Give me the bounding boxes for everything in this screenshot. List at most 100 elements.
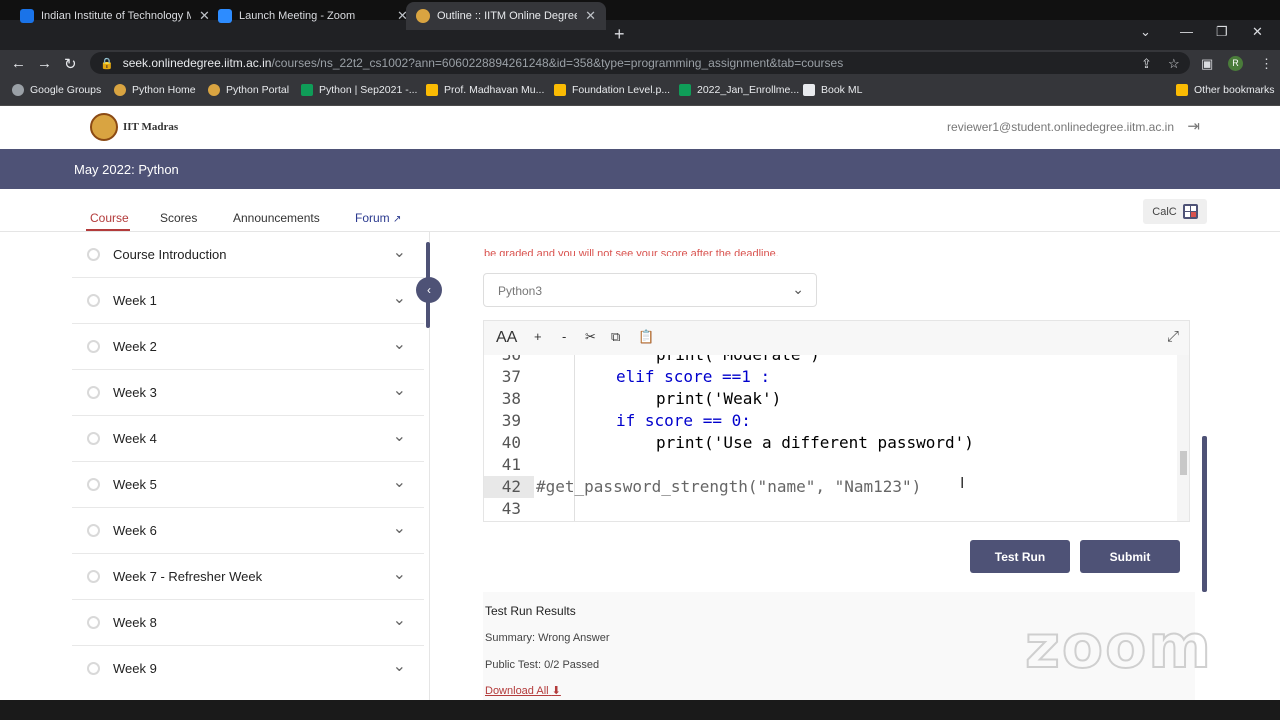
outline-item-week-6[interactable]: Week 6 ⌄ — [72, 508, 424, 554]
tab-course[interactable]: Course — [90, 211, 129, 225]
outline-item-week-7[interactable]: Week 7 - Refresher Week ⌄ — [72, 554, 424, 600]
url-path: /courses/ns_22t2_cs1002?ann=606022889426… — [271, 56, 844, 70]
bookmark-2022-jan-enrollment[interactable]: 2022_Jan_Enrollme... — [679, 84, 799, 96]
editor-scrollbar[interactable] — [1177, 355, 1189, 521]
chevron-down-icon: ⌄ — [392, 290, 406, 307]
profile-avatar[interactable]: R — [1228, 56, 1243, 71]
outline-item-label: Week 7 - Refresher Week — [113, 569, 263, 584]
forward-icon[interactable]: → — [37, 55, 52, 72]
reload-icon[interactable]: ↻ — [64, 55, 77, 73]
submit-button[interactable]: Submit — [1080, 540, 1180, 573]
course-bar: May 2022: Python — [0, 149, 1280, 189]
back-icon[interactable]: ← — [11, 55, 26, 72]
iitm-logo-icon[interactable] — [90, 113, 118, 141]
download-all-link[interactable]: Download All ⬇ — [485, 684, 561, 697]
chevron-down-icon: ⌄ — [792, 281, 804, 297]
chevron-down-icon: ⌄ — [392, 336, 406, 353]
progress-circle-icon — [87, 340, 100, 353]
outline-item-course-introduction[interactable]: Course Introduction ⌄ — [72, 232, 424, 278]
bookmark-python-home[interactable]: Python Home — [114, 84, 196, 96]
progress-circle-icon — [87, 432, 100, 445]
menu-kebab-icon[interactable]: ⋮ — [1260, 56, 1273, 72]
download-label: Download All — [485, 685, 549, 697]
browser-tab-outline[interactable]: Outline :: IITM Online Degree ✕ — [406, 2, 606, 30]
other-bookmarks[interactable]: Other bookmarks — [1176, 84, 1275, 96]
drive-icon — [426, 84, 438, 96]
deadline-warning: be graded and you will not see your scor… — [484, 248, 779, 256]
main-scrollbar[interactable] — [1202, 436, 1207, 592]
outline-item-week-9[interactable]: Week 9 ⌄ — [72, 646, 424, 692]
progress-circle-icon — [87, 524, 100, 537]
iitm-icon — [114, 84, 126, 96]
bookmark-label: Book ML — [821, 84, 863, 96]
outline-item-week-3[interactable]: Week 3 ⌄ — [72, 370, 424, 416]
text-cursor-icon: I — [960, 475, 965, 492]
tab-search-chevron-icon[interactable]: ⌄ — [1140, 24, 1151, 40]
bookmark-python-portal[interactable]: Python Portal — [208, 84, 289, 96]
logout-icon[interactable]: ⇥ — [1187, 117, 1200, 135]
outline-item-week-8[interactable]: Week 8 ⌄ — [72, 600, 424, 646]
active-tab-underline — [86, 229, 130, 231]
new-tab-icon[interactable]: + — [614, 24, 625, 45]
results-public-test: Public Test: 0/2 Passed — [485, 659, 600, 671]
bookmark-python-sep2021[interactable]: Python | Sep2021 -... — [301, 84, 417, 96]
cut-icon[interactable]: ✂ — [585, 329, 596, 345]
line-number-current: 42 — [484, 476, 534, 498]
chevron-down-icon: ⌄ — [392, 474, 406, 491]
browser-tab-zoom[interactable]: Launch Meeting - Zoom ✕ — [208, 2, 418, 30]
outline-item-week-4[interactable]: Week 4 ⌄ — [72, 416, 424, 462]
calculator-button[interactable]: CalC — [1143, 199, 1207, 224]
editor-toolbar: AA + - ✂ ⧉ 📋 ⤢ — [484, 321, 1189, 355]
address-bar[interactable]: 🔒 seek.onlinedegree.iitm.ac.in /courses/… — [90, 52, 1190, 74]
line-number: 43 — [501, 499, 521, 518]
side-panel-icon[interactable]: ▣ — [1201, 56, 1213, 72]
close-tab-icon[interactable]: ✕ — [585, 8, 596, 24]
font-size-icon[interactable]: AA — [496, 329, 517, 347]
progress-circle-icon — [87, 478, 100, 491]
maximize-icon[interactable]: ❐ — [1216, 24, 1228, 40]
code-line: if score == 0: — [616, 411, 751, 430]
bookmark-foundation-level[interactable]: Foundation Level.p... — [554, 84, 670, 96]
outline-item-week-1[interactable]: Week 1 ⌄ — [72, 278, 424, 324]
bookmark-book-ml[interactable]: Book ML — [803, 84, 862, 96]
browser-tab-iitm[interactable]: Indian Institute of Technology M ✕ — [10, 2, 220, 30]
url-host: seek.onlinedegree.iitm.ac.in — [122, 56, 272, 70]
outline-item-week-2[interactable]: Week 2 ⌄ — [72, 324, 424, 370]
language-select[interactable]: Python3 ⌄ — [483, 273, 817, 307]
bookmark-label: Prof. Madhavan Mu... — [444, 84, 545, 96]
outline-item-label: Week 1 — [113, 293, 157, 308]
groups-icon — [12, 84, 24, 96]
bottom-letterbox — [0, 700, 1280, 720]
decrease-font-button[interactable]: - — [562, 329, 566, 344]
minimize-icon[interactable]: — — [1180, 24, 1193, 39]
share-icon[interactable]: ⇪ — [1141, 56, 1152, 72]
zoom-watermark: zoom — [1024, 611, 1213, 683]
test-run-button[interactable]: Test Run — [970, 540, 1070, 573]
paste-icon[interactable]: 📋 — [638, 329, 654, 345]
screen: Indian Institute of Technology M ✕ Launc… — [0, 0, 1280, 720]
expand-editor-icon[interactable]: ⤢ — [1167, 328, 1179, 345]
tab-forum[interactable]: Forum ↗ — [355, 211, 401, 225]
bookmark-prof-madhavan[interactable]: Prof. Madhavan Mu... — [426, 84, 544, 96]
tab-announcements[interactable]: Announcements — [233, 211, 320, 225]
editor-scroll-thumb[interactable] — [1180, 451, 1187, 475]
increase-font-button[interactable]: + — [534, 329, 542, 344]
close-window-icon[interactable]: ✕ — [1252, 24, 1263, 40]
course-title: May 2022: Python — [74, 162, 179, 177]
bookmark-google-groups[interactable]: Google Groups — [12, 84, 101, 96]
collapse-sidebar-chevron-left-icon[interactable]: ‹ — [416, 277, 442, 303]
code-line: print('Use a different password') — [656, 433, 974, 452]
web-page: IIT Madras reviewer1@student.onlinedegre… — [0, 106, 1280, 700]
language-value: Python3 — [498, 284, 543, 298]
copy-icon[interactable]: ⧉ — [611, 329, 620, 345]
line-number: 41 — [501, 455, 521, 474]
code-editor[interactable]: AA + - ✂ ⧉ 📋 ⤢ 36 37 38 39 40 41 42 43 p… — [483, 320, 1190, 522]
outline-item-week-5[interactable]: Week 5 ⌄ — [72, 462, 424, 508]
sheets-icon — [679, 84, 691, 96]
star-icon[interactable]: ☆ — [1168, 56, 1180, 72]
code-area[interactable]: 36 37 38 39 40 41 42 43 print('Moderate'… — [484, 355, 1174, 521]
outline-item-label: Week 4 — [113, 431, 157, 446]
external-link-icon: ↗ — [393, 214, 402, 225]
progress-circle-icon — [87, 570, 100, 583]
tab-scores[interactable]: Scores — [160, 211, 197, 225]
